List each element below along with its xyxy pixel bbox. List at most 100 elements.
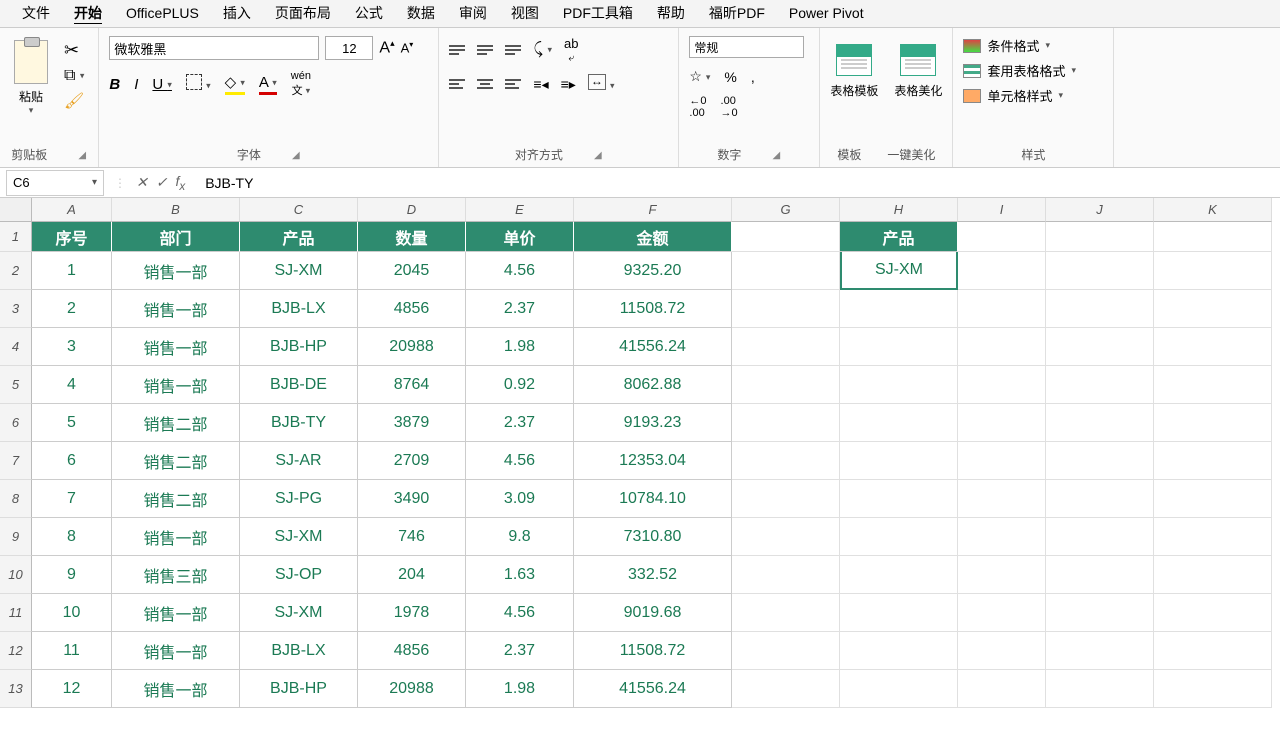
cell[interactable] <box>732 252 840 290</box>
conditional-format-button[interactable]: 条件格式 ▾ <box>963 36 1050 55</box>
cell[interactable] <box>840 290 958 328</box>
cell[interactable] <box>1154 442 1272 480</box>
cell[interactable] <box>958 252 1046 290</box>
increase-decimal-button[interactable]: ←0.00 <box>689 95 706 119</box>
row-header[interactable]: 3 <box>0 290 32 328</box>
cell[interactable] <box>732 442 840 480</box>
cell[interactable] <box>732 290 840 328</box>
col-header-g[interactable]: G <box>732 198 840 222</box>
cell[interactable] <box>732 222 840 252</box>
cell[interactable]: 3.09 <box>466 480 574 518</box>
cell[interactable]: 销售三部 <box>112 556 240 594</box>
number-dialog-launcher[interactable]: ◢ <box>771 150 781 160</box>
cell[interactable]: 7310.80 <box>574 518 732 556</box>
row-header[interactable]: 6 <box>0 404 32 442</box>
col-header-e[interactable]: E <box>466 198 574 222</box>
menu-powerpivot[interactable]: Power Pivot <box>777 1 876 27</box>
cell[interactable] <box>732 480 840 518</box>
cell[interactable]: 41556.24 <box>574 670 732 708</box>
cell[interactable] <box>732 670 840 708</box>
cell[interactable] <box>958 556 1046 594</box>
menu-formula[interactable]: 公式 <box>343 0 395 29</box>
comma-button[interactable]: , <box>751 69 755 85</box>
table-format-button[interactable]: 套用表格格式 ▾ <box>963 61 1076 80</box>
cell[interactable] <box>1046 480 1154 518</box>
cell[interactable]: 金额 <box>574 222 732 252</box>
cell[interactable]: 4.56 <box>466 442 574 480</box>
cell[interactable]: 2 <box>32 290 112 328</box>
cell[interactable] <box>1046 404 1154 442</box>
clipboard-dialog-launcher[interactable]: ◢ <box>77 150 87 160</box>
cell[interactable]: 销售一部 <box>112 518 240 556</box>
wrap-text-button[interactable]: ab <box>564 36 578 64</box>
col-header-k[interactable]: K <box>1154 198 1272 222</box>
cell[interactable]: BJB-LX <box>240 632 358 670</box>
cell[interactable]: 2.37 <box>466 290 574 328</box>
cell[interactable]: 3490 <box>358 480 466 518</box>
cell[interactable]: 销售一部 <box>112 594 240 632</box>
cell[interactable]: 41556.24 <box>574 328 732 366</box>
cell[interactable] <box>1154 252 1272 290</box>
cell[interactable]: 8 <box>32 518 112 556</box>
cell[interactable] <box>1046 366 1154 404</box>
bold-button[interactable]: B <box>109 76 120 93</box>
col-header-b[interactable]: B <box>112 198 240 222</box>
row-header[interactable]: 11 <box>0 594 32 632</box>
cell[interactable]: 部门 <box>112 222 240 252</box>
menu-pagelayout[interactable]: 页面布局 <box>263 0 343 29</box>
cell[interactable]: 3 <box>32 328 112 366</box>
cell[interactable] <box>1154 632 1272 670</box>
align-bottom-button[interactable] <box>505 45 521 55</box>
cell[interactable] <box>840 366 958 404</box>
cell[interactable] <box>840 594 958 632</box>
cell[interactable]: 7 <box>32 480 112 518</box>
cell[interactable]: 332.52 <box>574 556 732 594</box>
align-left-button[interactable] <box>449 79 465 89</box>
cell[interactable]: 9 <box>32 556 112 594</box>
decrease-decimal-button[interactable]: .00→0 <box>721 95 738 119</box>
cell[interactable]: 销售一部 <box>112 328 240 366</box>
menu-pdftool[interactable]: PDF工具箱 <box>551 0 645 29</box>
cell[interactable] <box>840 556 958 594</box>
number-format-select[interactable] <box>689 36 804 58</box>
menu-home[interactable]: 开始 <box>62 0 114 29</box>
cell[interactable]: BJB-TY <box>240 404 358 442</box>
cell[interactable]: 产品 <box>840 222 958 252</box>
cell[interactable]: 11508.72 <box>574 290 732 328</box>
border-button[interactable]: ▾ <box>186 74 211 94</box>
cell[interactable] <box>1154 222 1272 252</box>
cell[interactable] <box>958 290 1046 328</box>
cell[interactable] <box>840 480 958 518</box>
cell[interactable] <box>1154 670 1272 708</box>
cell[interactable] <box>840 632 958 670</box>
italic-button[interactable]: I <box>134 76 138 93</box>
cell[interactable]: 1.63 <box>466 556 574 594</box>
cell[interactable]: SJ-XM <box>240 518 358 556</box>
cell[interactable] <box>840 404 958 442</box>
align-dialog-launcher[interactable]: ◢ <box>593 150 603 160</box>
cell[interactable] <box>1046 594 1154 632</box>
cell[interactable] <box>1046 556 1154 594</box>
cell[interactable]: SJ-OP <box>240 556 358 594</box>
cell[interactable] <box>1154 366 1272 404</box>
cell[interactable]: 1 <box>32 252 112 290</box>
cell[interactable] <box>840 328 958 366</box>
row-header[interactable]: 12 <box>0 632 32 670</box>
menu-help[interactable]: 帮助 <box>645 0 697 29</box>
col-header-i[interactable]: I <box>958 198 1046 222</box>
merge-button[interactable]: ▾ <box>588 74 615 94</box>
cell[interactable] <box>732 632 840 670</box>
align-center-button[interactable] <box>477 79 493 89</box>
cell[interactable]: 9019.68 <box>574 594 732 632</box>
table-beautify-button[interactable]: 表格美化 <box>894 36 942 99</box>
font-color-button[interactable]: A ▾ <box>259 74 277 95</box>
row-header[interactable]: 4 <box>0 328 32 366</box>
row-header[interactable]: 9 <box>0 518 32 556</box>
cell[interactable] <box>1046 518 1154 556</box>
cell[interactable]: 2709 <box>358 442 466 480</box>
cell[interactable]: 销售一部 <box>112 252 240 290</box>
cut-button[interactable]: ✂ <box>64 40 84 61</box>
row-header[interactable]: 2 <box>0 252 32 290</box>
cell[interactable]: 12353.04 <box>574 442 732 480</box>
cell[interactable]: 12 <box>32 670 112 708</box>
